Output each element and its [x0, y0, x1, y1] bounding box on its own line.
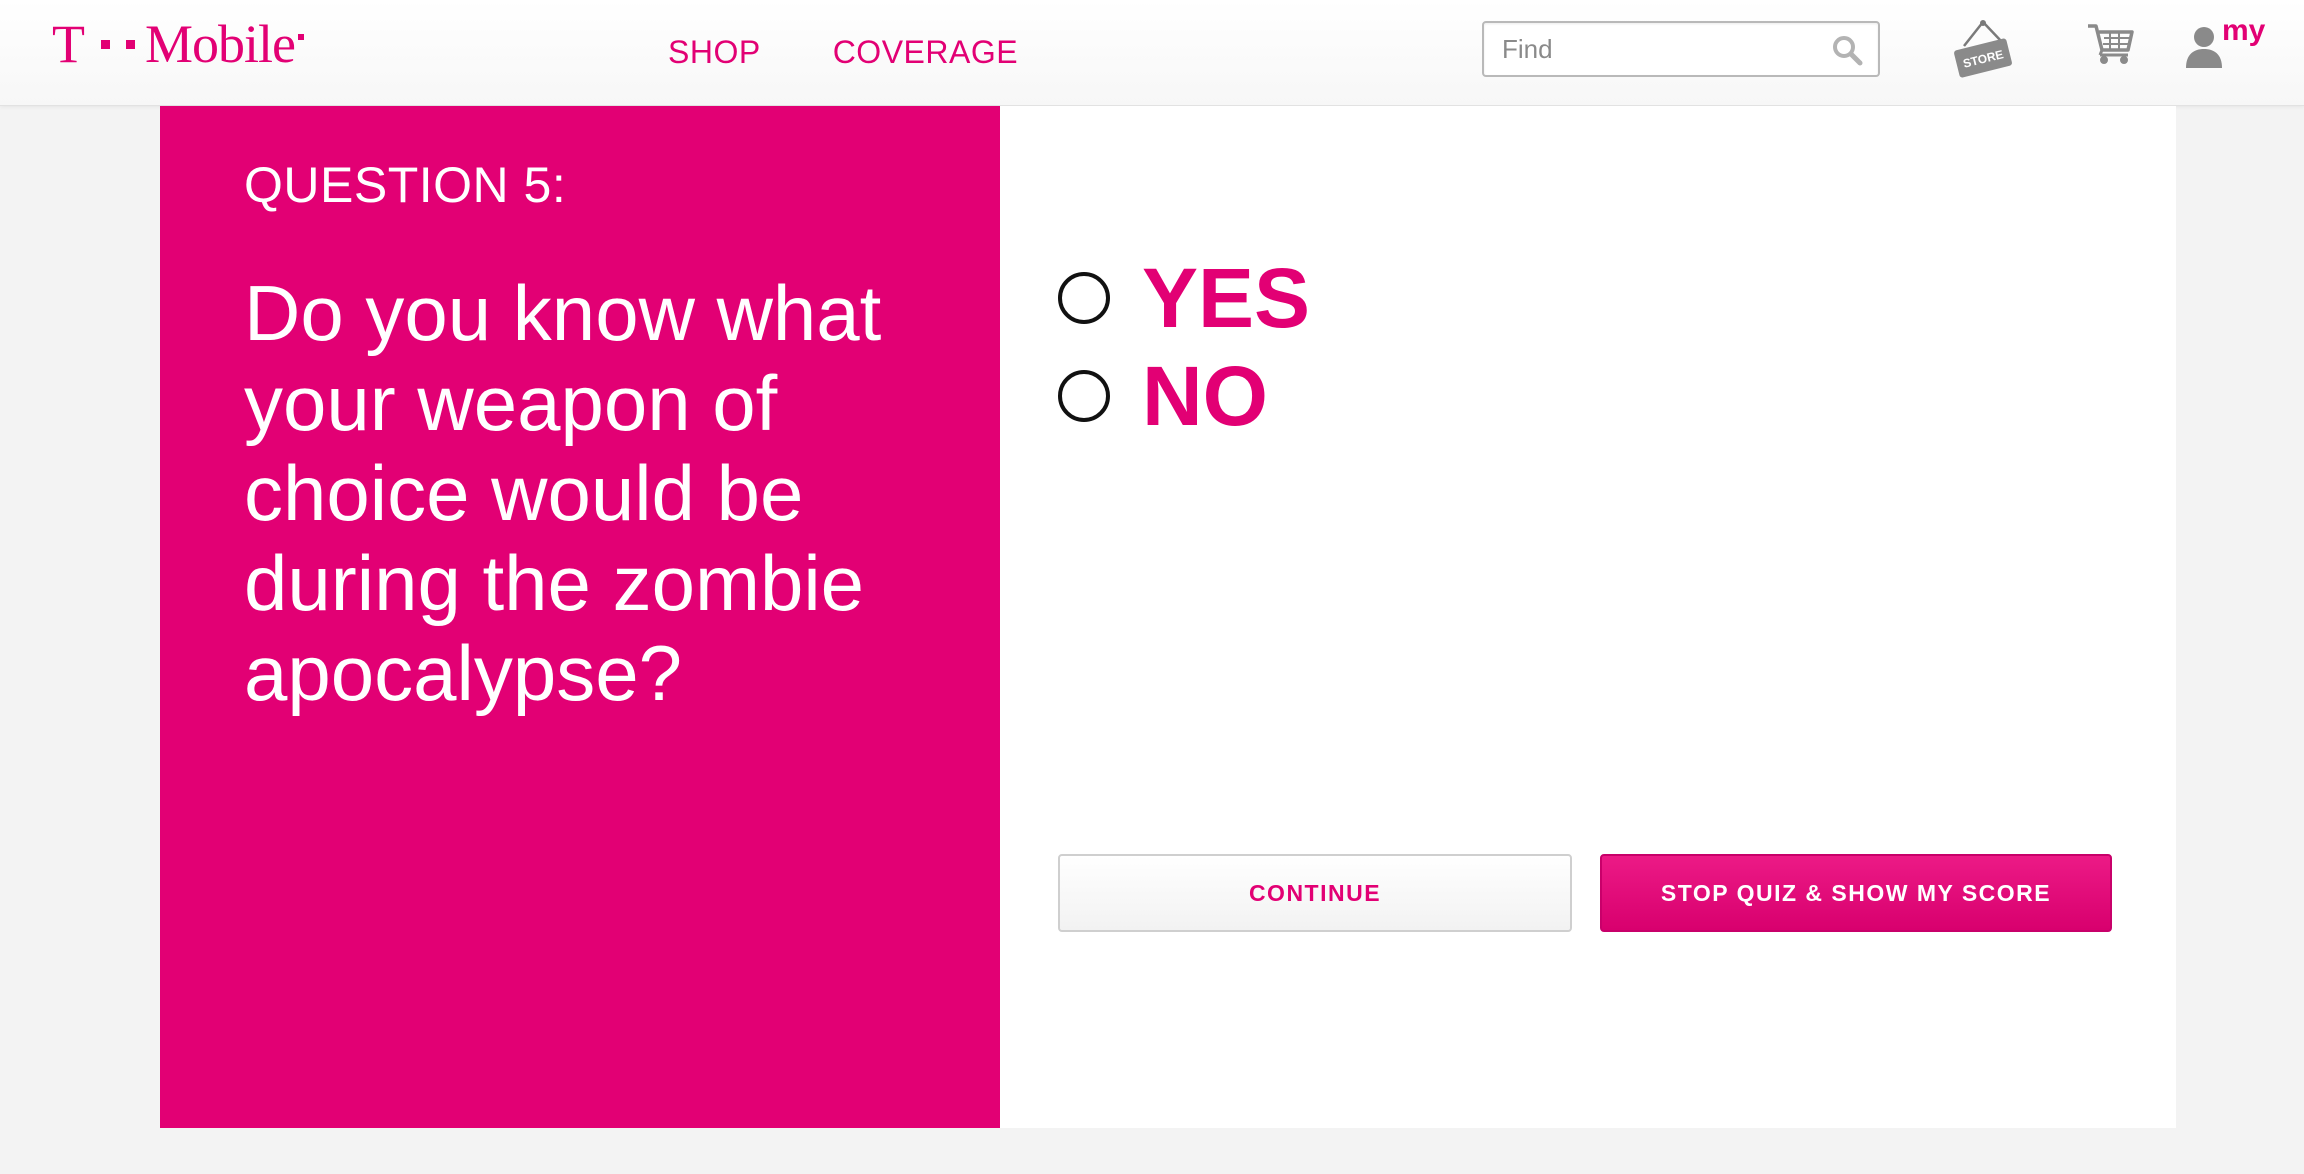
main-nav: SHOP COVERAGE: [668, 34, 1018, 71]
store-sign-icon[interactable]: STORE: [1950, 18, 2016, 84]
answer-label-yes: YES: [1142, 251, 1311, 345]
question-number: QUESTION 5:: [244, 157, 567, 213]
answer-option-no[interactable]: NO: [1058, 354, 1268, 438]
my-account-link[interactable]: my: [2184, 14, 2270, 72]
radio-yes[interactable]: [1058, 272, 1110, 324]
shopping-cart-icon[interactable]: [2084, 20, 2136, 68]
answer-option-yes[interactable]: YES: [1058, 256, 1310, 340]
search-icon[interactable]: [1830, 33, 1864, 67]
logo-wordmark: Mobile: [145, 14, 296, 74]
search-box: [1482, 21, 1880, 77]
logo-t-letter: T: [52, 14, 85, 74]
stop-quiz-button[interactable]: STOP QUIZ & SHOW MY SCORE: [1600, 854, 2112, 932]
my-account-label: my: [2222, 14, 2266, 47]
question-panel: QUESTION 5: Do you know what your weapon…: [160, 106, 1000, 1128]
t-mobile-logo[interactable]: T Mobile: [52, 14, 304, 74]
radio-no[interactable]: [1058, 370, 1110, 422]
site-header: T Mobile SHOP COVERAGE STORE: [0, 0, 2304, 106]
answer-label-no: NO: [1142, 349, 1268, 443]
nav-shop-link[interactable]: SHOP: [668, 34, 761, 71]
person-icon: [2186, 27, 2222, 68]
logo-dots: [101, 39, 135, 49]
answer-panel: YES NO CONTINUE STOP QUIZ & SHOW MY SCOR…: [1000, 106, 2176, 1128]
search-input[interactable]: [1484, 32, 1814, 66]
continue-button[interactable]: CONTINUE: [1058, 854, 1572, 932]
question-text: Do you know what your weapon of choice w…: [244, 269, 882, 717]
nav-coverage-link[interactable]: COVERAGE: [833, 34, 1018, 71]
